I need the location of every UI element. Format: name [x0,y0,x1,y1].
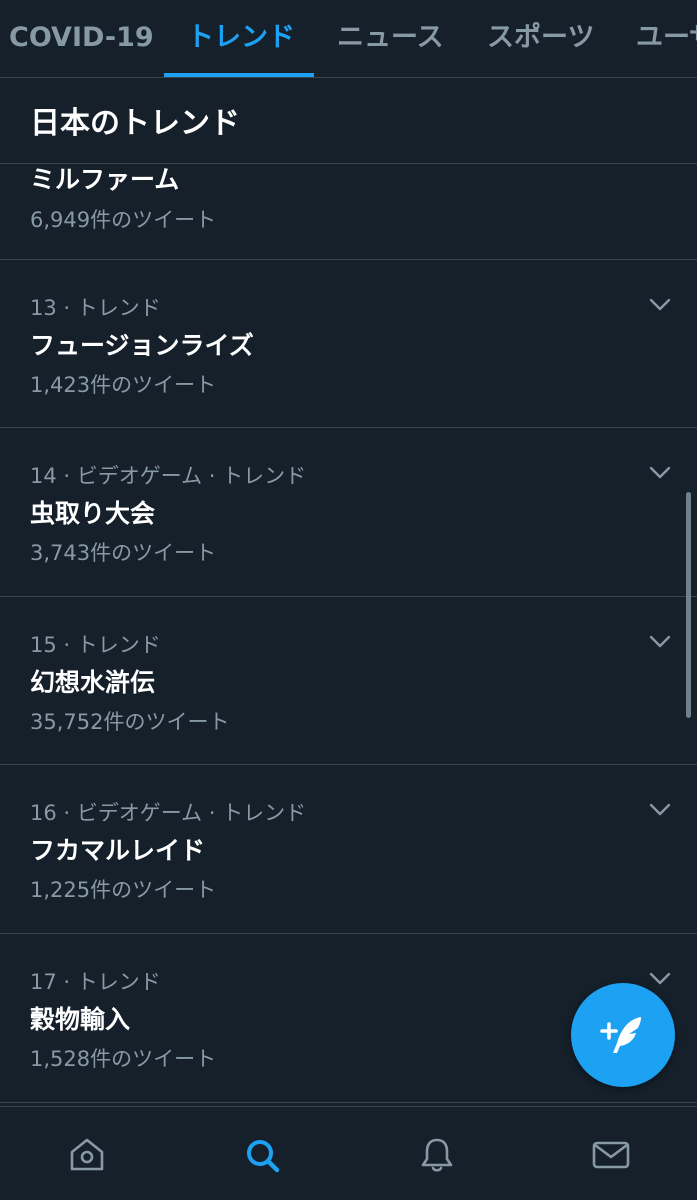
trend-item-14[interactable]: 14 · ビデオゲーム · トレンド 虫取り大会 3,743件のツイート [0,428,697,597]
section-header: 日本のトレンド [0,78,697,164]
chevron-down-icon[interactable] [649,298,671,312]
tab-covid19[interactable]: COVID-19 [9,0,154,77]
chevron-down-icon[interactable] [649,803,671,817]
trend-meta: 17 · トレンド [30,970,161,994]
trend-name: 穀物輸入 [30,1005,131,1034]
trend-tweet-count: 1,423件のツイート [30,373,217,397]
chevron-down-icon[interactable] [649,972,671,986]
bell-icon[interactable] [417,1135,457,1175]
trend-name: 虫取り大会 [30,499,156,528]
trend-name: フカマルレイド [30,836,206,865]
trend-item-15[interactable]: 15 · トレンド 幻想水滸伝 35,752件のツイート [0,597,697,765]
trend-meta: 14 · ビデオゲーム · トレンド [30,464,307,488]
section-title: 日本のトレンド [30,106,240,141]
trend-name: 幻想水滸伝 [30,668,156,697]
trend-item-13[interactable]: 13 · トレンド フュージョンライズ 1,423件のツイート [0,260,697,428]
trend-tweet-count: 6,949件のツイート [30,208,217,232]
compose-tweet-icon [600,1017,641,1053]
tab-users[interactable]: ユーザー [636,0,697,77]
tab-news[interactable]: ニュース [337,0,444,77]
tab-trends[interactable]: トレンド [187,0,295,77]
chevron-down-icon[interactable] [649,466,671,480]
trend-name: フュージョンライズ [30,331,254,360]
search-icon[interactable] [242,1135,282,1175]
trend-tweet-count: 3,743件のツイート [30,541,217,565]
trend-name: ミルファーム [30,165,180,194]
mail-icon[interactable] [591,1135,631,1175]
trend-list: ミルファーム 6,949件のツイート 13 · トレンド フュージョンライズ 1… [0,164,697,1106]
trend-meta: 16 · ビデオゲーム · トレンド [30,801,307,825]
trend-tweet-count: 1,528件のツイート [30,1047,217,1071]
chevron-down-icon[interactable] [649,635,671,649]
category-tabs: COVID-19 トレンド ニュース スポーツ ユーザー [0,0,697,78]
trend-meta: 13 · トレンド [30,296,161,320]
tab-sports[interactable]: スポーツ [487,0,594,77]
scrollbar[interactable] [686,492,691,718]
trend-item-16[interactable]: 16 · ビデオゲーム · トレンド フカマルレイド 1,225件のツイート [0,765,697,934]
trend-meta: 15 · トレンド [30,633,161,657]
compose-tweet-button[interactable] [571,983,675,1087]
trend-tweet-count: 35,752件のツイート [30,710,230,734]
trend-tweet-count: 1,225件のツイート [30,878,217,902]
bottom-nav [0,1106,697,1200]
home-icon[interactable] [67,1135,107,1175]
trend-item-mirufamu[interactable]: ミルファーム 6,949件のツイート [0,164,697,260]
